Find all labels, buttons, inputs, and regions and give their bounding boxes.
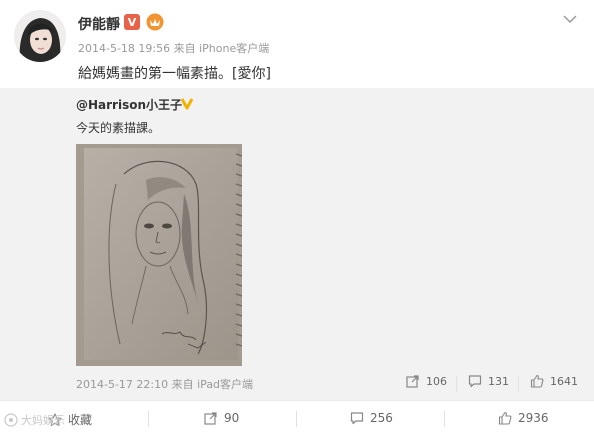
author-avatar[interactable] bbox=[14, 10, 66, 62]
divider bbox=[444, 411, 445, 427]
post-text: 給媽媽畫的第一幅素描。[愛你] bbox=[78, 66, 271, 82]
divider bbox=[148, 411, 149, 427]
watermark-text: 大妈娱乐 bbox=[21, 414, 65, 427]
repost-comment-count: 131 bbox=[488, 374, 509, 388]
repost-like-button[interactable]: 1641 bbox=[530, 374, 578, 388]
action-bar: 收藏 90 256 2936 bbox=[0, 400, 594, 437]
favorite-label: 收藏 bbox=[68, 413, 93, 427]
divider bbox=[456, 376, 457, 392]
post-meta: 2014-5-18 19:56 来自 iPhone客户端 bbox=[78, 40, 269, 56]
chevron-down-icon[interactable] bbox=[562, 12, 578, 26]
author-name[interactable]: 伊能靜 bbox=[78, 14, 120, 34]
share-icon bbox=[204, 412, 217, 425]
repost-share-count: 106 bbox=[426, 374, 447, 388]
divider bbox=[296, 411, 297, 427]
repost-comment-button[interactable]: 131 bbox=[468, 374, 509, 388]
like-button[interactable]: 2936 bbox=[498, 411, 549, 425]
share-button[interactable]: 90 bbox=[204, 411, 239, 425]
sketch-image[interactable] bbox=[76, 144, 242, 366]
divider bbox=[518, 376, 519, 392]
repost-text: 今天的素描課。 bbox=[76, 121, 161, 135]
post-timestamp[interactable]: 2014-5-18 19:56 bbox=[78, 42, 170, 55]
repost-share-button[interactable]: 106 bbox=[406, 374, 447, 388]
repost-author[interactable]: @Harrison小王子 bbox=[76, 96, 182, 113]
repost-meta: 2014-5-17 22:10 来自 iPad客户端 bbox=[76, 376, 253, 392]
share-count: 90 bbox=[224, 411, 240, 425]
thumbs-up-icon bbox=[498, 411, 512, 425]
comment-count: 256 bbox=[370, 411, 393, 425]
repost-like-count: 1641 bbox=[550, 374, 578, 388]
watermark-logo-icon bbox=[4, 413, 18, 427]
watermark: 大妈娱乐 bbox=[4, 412, 65, 428]
verified-badge-icon bbox=[179, 95, 195, 111]
avatar-portrait bbox=[14, 10, 66, 62]
comment-icon bbox=[468, 375, 482, 388]
repost-timestamp[interactable]: 2014-5-17 22:10 bbox=[76, 378, 168, 391]
thumbs-up-icon bbox=[530, 374, 544, 388]
member-badge-icon bbox=[146, 13, 164, 31]
share-icon bbox=[406, 375, 419, 388]
verified-badge-icon: V bbox=[124, 14, 140, 30]
like-count: 2936 bbox=[518, 411, 549, 425]
comment-button[interactable]: 256 bbox=[350, 411, 393, 425]
repost-source: 来自 iPad客户端 bbox=[171, 378, 254, 391]
post-source: 来自 iPhone客户端 bbox=[173, 42, 270, 55]
reposted-card: @Harrison小王子 今天的素描課。 2014-5-17 22:10 来自 … bbox=[0, 88, 594, 400]
comment-icon bbox=[350, 412, 364, 425]
